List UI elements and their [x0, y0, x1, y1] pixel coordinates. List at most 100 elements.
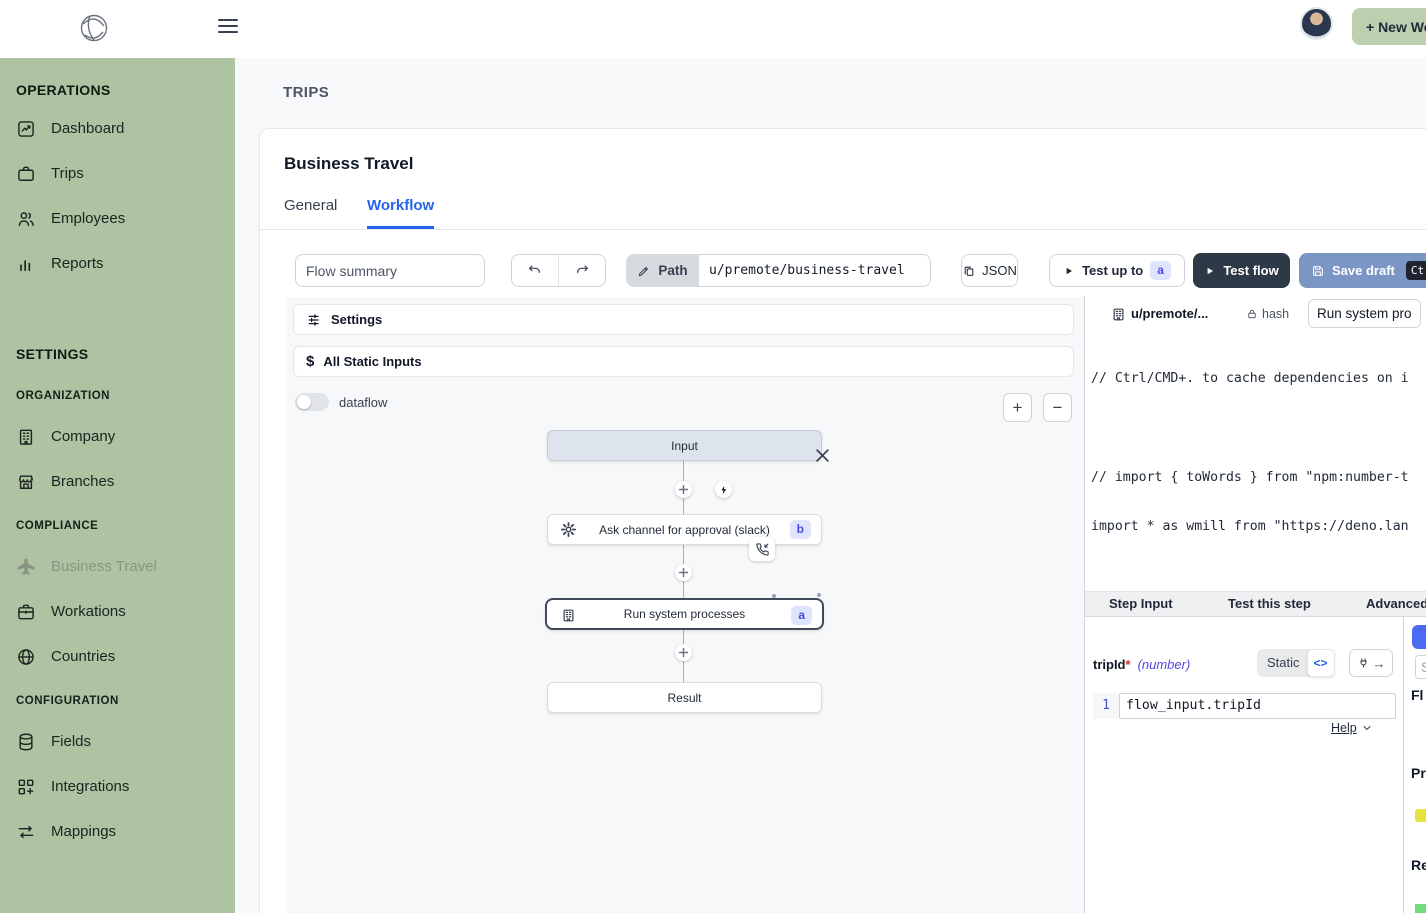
- flow-settings-row[interactable]: Settings: [293, 304, 1074, 335]
- flow-static-inputs-row[interactable]: $ All Static Inputs: [293, 346, 1074, 377]
- save-draft-button[interactable]: Save draft Ctrl: [1299, 253, 1426, 288]
- inspector-header: u/premote/... hash: [1085, 296, 1426, 332]
- tab-step-input[interactable]: Step Input: [1109, 596, 1173, 611]
- sidebar-item-countries[interactable]: Countries: [0, 634, 235, 679]
- undo-redo-group: [511, 254, 606, 287]
- step-badge: b: [790, 520, 811, 539]
- static-mode-button[interactable]: Static: [1257, 649, 1310, 677]
- node-handle-dot: [772, 594, 776, 598]
- sidebar-item-dashboard[interactable]: Dashboard: [0, 106, 235, 151]
- tab-workflow[interactable]: Workflow: [367, 197, 434, 229]
- close-icon[interactable]: [815, 448, 830, 463]
- path-input[interactable]: [699, 254, 931, 287]
- sidebar-item-mappings[interactable]: Mappings: [0, 809, 235, 854]
- redo-button[interactable]: [559, 255, 606, 286]
- new-workation-button[interactable]: + New Wor: [1352, 8, 1426, 45]
- sidebar-item-label: Dashboard: [51, 120, 124, 137]
- path-button[interactable]: Path: [626, 254, 699, 287]
- tab-test-this-step[interactable]: Test this step: [1228, 596, 1311, 611]
- menu-icon[interactable]: [218, 19, 238, 39]
- users-icon: [16, 209, 36, 229]
- tabs-divider: [260, 229, 1426, 230]
- sidebar-item-integrations[interactable]: Integrations: [0, 764, 235, 809]
- script-path: u/premote/...: [1131, 306, 1208, 321]
- play-icon: [1204, 265, 1216, 277]
- node-label: Result: [667, 691, 701, 705]
- building-icon: [1111, 306, 1126, 323]
- dataflow-toggle-label: dataflow: [339, 395, 387, 410]
- undo-button[interactable]: [512, 255, 559, 286]
- sidebar-item-business-travel[interactable]: Business Travel: [0, 544, 235, 589]
- truncated-green-swatch: [1415, 904, 1426, 913]
- building-icon: [16, 427, 36, 447]
- sidebar-heading-compliance: COMPLIANCE: [0, 520, 235, 532]
- tab-advanced[interactable]: Advanced: [1366, 596, 1426, 611]
- node-label: Run system processes: [624, 607, 745, 621]
- integrations-icon: [16, 777, 36, 797]
- chevron-down-icon: [1361, 722, 1373, 734]
- flow-node-approval[interactable]: Ask channel for approval (slack) b: [547, 514, 822, 545]
- flow-node-input[interactable]: Input: [547, 430, 822, 461]
- flow-canvas[interactable]: Settings $ All Static Inputs dataflow + …: [286, 297, 1084, 913]
- step-badge: a: [791, 606, 812, 625]
- json-button[interactable]: JSON: [961, 254, 1018, 287]
- flow-node-run-system-processes[interactable]: Run system processes a: [545, 598, 824, 630]
- zoom-in-button[interactable]: +: [1003, 393, 1032, 422]
- tab-general[interactable]: General: [284, 197, 337, 226]
- code-editor[interactable]: // Ctrl/CMD+. to cache dependencies on i…: [1085, 332, 1426, 588]
- sidebar-item-label: Fields: [51, 733, 91, 750]
- dashboard-icon: [16, 119, 36, 139]
- trigger-bolt-icon[interactable]: [715, 481, 732, 498]
- sidebar-item-employees[interactable]: Employees: [0, 196, 235, 241]
- hash-tag: hash: [1246, 307, 1289, 321]
- help-link[interactable]: Help: [1331, 721, 1373, 735]
- sidebar-item-label: Company: [51, 428, 115, 445]
- sidebar-item-label: Countries: [51, 648, 115, 665]
- avatar[interactable]: [1300, 7, 1333, 40]
- plane-icon: [16, 557, 36, 577]
- zoom-out-button[interactable]: −: [1043, 393, 1072, 422]
- add-step-icon[interactable]: [675, 481, 692, 498]
- sidebar-heading-configuration: CONFIGURATION: [0, 695, 235, 707]
- truncated-search-input[interactable]: S: [1415, 655, 1426, 679]
- test-flow-button[interactable]: Test flow: [1193, 253, 1290, 288]
- plug-icon: [1357, 657, 1370, 670]
- phone-incoming-icon: [749, 537, 775, 561]
- truncated-blue-button[interactable]: [1412, 625, 1426, 649]
- sidebar-item-branches[interactable]: Branches: [0, 459, 235, 504]
- add-step-icon[interactable]: [675, 644, 692, 661]
- sidebar-item-label: Employees: [51, 210, 125, 227]
- step-badge: a: [1150, 261, 1171, 280]
- redo-icon: [574, 263, 590, 279]
- sidebar-item-fields[interactable]: Fields: [0, 719, 235, 764]
- step-inspector-panel: u/premote/... hash // Ctrl/CMD+. to cach…: [1084, 296, 1426, 913]
- dataflow-toggle[interactable]: [295, 393, 329, 411]
- sidebar-item-label: Trips: [51, 165, 84, 182]
- code-line: [1091, 418, 1426, 437]
- pencil-icon: [637, 264, 651, 278]
- hash-label: hash: [1262, 307, 1289, 321]
- app-logo-icon: [76, 10, 112, 46]
- input-mode-toggle: Static <>: [1257, 649, 1335, 677]
- panel-divider: [1403, 617, 1404, 913]
- sidebar-heading-settings: SETTINGS: [0, 346, 235, 362]
- connect-input-button[interactable]: →: [1349, 649, 1393, 677]
- code-mode-button[interactable]: <>: [1307, 649, 1335, 677]
- sidebar-item-company[interactable]: Company: [0, 414, 235, 459]
- mappings-icon: [16, 822, 36, 842]
- expression-input[interactable]: flow_input.tripId: [1119, 693, 1396, 719]
- sidebar-item-reports[interactable]: Reports: [0, 241, 235, 286]
- test-up-to-label: Test up to: [1082, 263, 1143, 278]
- step-summary-input[interactable]: [1308, 299, 1421, 328]
- help-label: Help: [1331, 721, 1357, 735]
- flow-summary-input[interactable]: [295, 254, 485, 287]
- test-up-to-button[interactable]: Test up to a: [1049, 254, 1185, 287]
- add-step-icon[interactable]: [675, 564, 692, 581]
- expression-editor[interactable]: 1 flow_input.tripId: [1093, 693, 1396, 719]
- sidebar-item-label: Branches: [51, 473, 114, 490]
- sidebar-item-workations[interactable]: Workations: [0, 589, 235, 634]
- sidebar-item-label: Reports: [51, 255, 104, 272]
- sidebar-item-trips[interactable]: Trips: [0, 151, 235, 196]
- argument-type: (number): [1138, 657, 1191, 672]
- flow-node-result[interactable]: Result: [547, 682, 822, 713]
